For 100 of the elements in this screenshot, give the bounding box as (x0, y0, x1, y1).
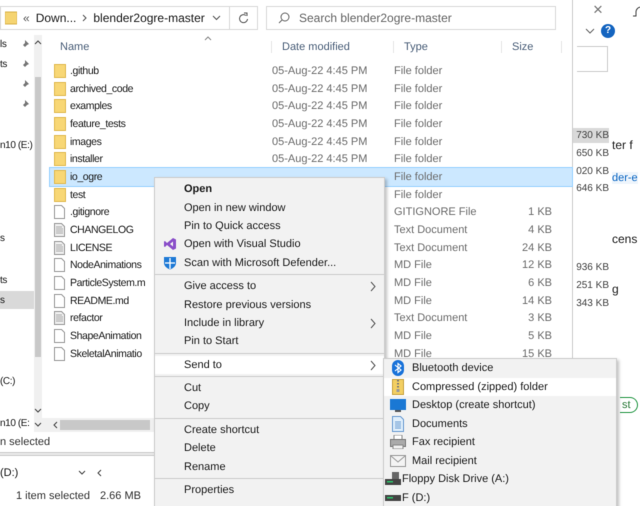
nav-item[interactable]: (C:) (0, 376, 16, 386)
column-header[interactable]: Date modified (272, 41, 394, 53)
menu-item[interactable]: Open in new window (155, 198, 384, 217)
file-name[interactable]: .github (70, 64, 99, 77)
menu-item[interactable]: Compressed (zipped) folder (384, 378, 616, 396)
file-size: 646 KB (575, 182, 609, 196)
menu-item[interactable]: Properties (155, 480, 384, 500)
column-header[interactable]: Type (394, 41, 502, 53)
column-header[interactable]: Name (50, 41, 272, 53)
chevron-down-icon[interactable] (212, 15, 221, 21)
file-name[interactable]: README.md (70, 294, 129, 307)
folder-icon (54, 99, 66, 114)
printer-icon (390, 435, 406, 450)
folder-icon (54, 116, 66, 131)
scroll-left-icon[interactable] (96, 469, 102, 477)
menu-item[interactable]: Open (155, 180, 384, 198)
refresh-button[interactable] (230, 6, 258, 30)
menu-item[interactable]: Delete (155, 439, 384, 458)
scroll-left-icon[interactable] (52, 421, 58, 429)
menu-item[interactable]: Restore previous versions (155, 295, 384, 314)
size-cell: 1 KB (528, 206, 552, 218)
type-cell: File folder (394, 100, 442, 112)
menu-item[interactable]: Pin to Quick access (155, 216, 384, 236)
chevron-icon[interactable] (78, 470, 86, 476)
menu-item[interactable]: Desktop (create shortcut) (384, 396, 616, 414)
link[interactable]: der-e (612, 172, 638, 184)
refresh-icon (238, 12, 249, 24)
nav-item[interactable]: ts (0, 58, 7, 70)
menu-item[interactable]: Open with Visual Studio (155, 235, 384, 254)
menu-item[interactable]: Scan with Microsoft Defender... (155, 254, 384, 272)
help-button[interactable]: ? (601, 24, 615, 38)
file-icon (54, 258, 65, 272)
menu-item[interactable]: Include in library (155, 314, 384, 332)
file-name[interactable]: refactor (70, 312, 102, 324)
file-name[interactable]: io_ogre (70, 170, 102, 183)
action-button[interactable]: st (620, 397, 638, 413)
file-name[interactable]: test (70, 188, 86, 201)
scrollbar-thumb[interactable] (60, 420, 150, 430)
file-name[interactable]: ShapeAnimation (70, 330, 142, 342)
menu-item[interactable]: Bluetooth device (384, 359, 616, 378)
file-name[interactable]: archived_code (70, 82, 134, 95)
status-text: 1 item selected (16, 490, 90, 502)
file-name[interactable]: examples (70, 100, 112, 112)
page-text: g (612, 282, 619, 296)
type-cell: File folder (394, 136, 442, 148)
date-cell: 05-Aug-22 4:45 PM (272, 118, 368, 130)
nav-item[interactable]: n10 (E: (0, 418, 30, 428)
type-cell: File folder (394, 188, 442, 201)
file-icon (54, 294, 65, 308)
nav-item[interactable]: s (0, 294, 5, 306)
menu-item[interactable]: Send to (155, 356, 384, 374)
nav-item[interactable]: s (0, 232, 5, 244)
file-name[interactable]: .gitignore (70, 206, 110, 218)
file-name[interactable]: CHANGELOG (70, 224, 134, 236)
menu-item[interactable]: Pin to Start (155, 332, 384, 351)
file-size: 251 KB (575, 279, 609, 293)
file-icon (54, 276, 65, 290)
menu-item[interactable]: Mail recipient (384, 452, 616, 470)
type-cell: File folder (394, 170, 442, 183)
column-header[interactable]: Size (502, 41, 562, 53)
bluetooth-icon (391, 360, 405, 376)
file-name[interactable]: NodeAnimations (70, 259, 142, 272)
type-cell: MD File (394, 330, 432, 342)
menu-item[interactable]: Create shortcut (155, 420, 384, 440)
type-cell: Text Document (394, 312, 468, 324)
type-cell: File folder (394, 118, 442, 130)
menu-item[interactable]: Fax recipient (384, 433, 616, 452)
file-name[interactable]: SkeletalAnimatio (70, 348, 142, 360)
drive-label[interactable]: (D:) (0, 467, 68, 479)
nav-item[interactable]: ts (0, 274, 7, 286)
menu-item[interactable]: Floppy Disk Drive (A:) (384, 470, 616, 488)
text-file-icon (54, 240, 65, 255)
scrollbar-thumb[interactable] (35, 77, 41, 357)
text-file-icon (54, 311, 65, 326)
file-name[interactable]: images (70, 136, 102, 148)
text-field[interactable] (577, 46, 608, 72)
menu-item[interactable]: Give access to (155, 276, 384, 296)
close-button[interactable]: × (593, 0, 603, 20)
menu-item[interactable]: Copy (155, 397, 384, 416)
nav-item[interactable]: ls (0, 38, 6, 50)
menu-item[interactable]: Rename (155, 457, 384, 476)
menu-item[interactable]: F (D:) (384, 488, 616, 506)
file-name[interactable]: LICENSE (70, 242, 112, 254)
file-name[interactable]: installer (70, 153, 103, 166)
search-field[interactable]: Search blender2ogre-master (266, 6, 556, 30)
menu-item[interactable]: Cut (155, 378, 384, 398)
chevron-icon[interactable] (585, 28, 595, 34)
search-icon (278, 12, 290, 24)
scroll-up-icon[interactable] (34, 39, 42, 45)
infinity-icon (162, 237, 176, 252)
nav-item[interactable]: n10 (E:) (0, 140, 32, 150)
address-bar[interactable]: « Down... blender2ogre-master (0, 6, 230, 30)
file-name[interactable]: ParticleSystem.m (70, 277, 146, 290)
type-cell: GITIGNORE File (394, 206, 477, 218)
file-name[interactable]: feature_tests (70, 118, 126, 130)
folder-icon (54, 170, 66, 184)
monitor-icon (390, 398, 406, 412)
date-cell: 05-Aug-22 4:45 PM (272, 153, 368, 166)
menu-item[interactable]: Documents (384, 414, 616, 433)
size-cell: 4 KB (528, 224, 552, 236)
